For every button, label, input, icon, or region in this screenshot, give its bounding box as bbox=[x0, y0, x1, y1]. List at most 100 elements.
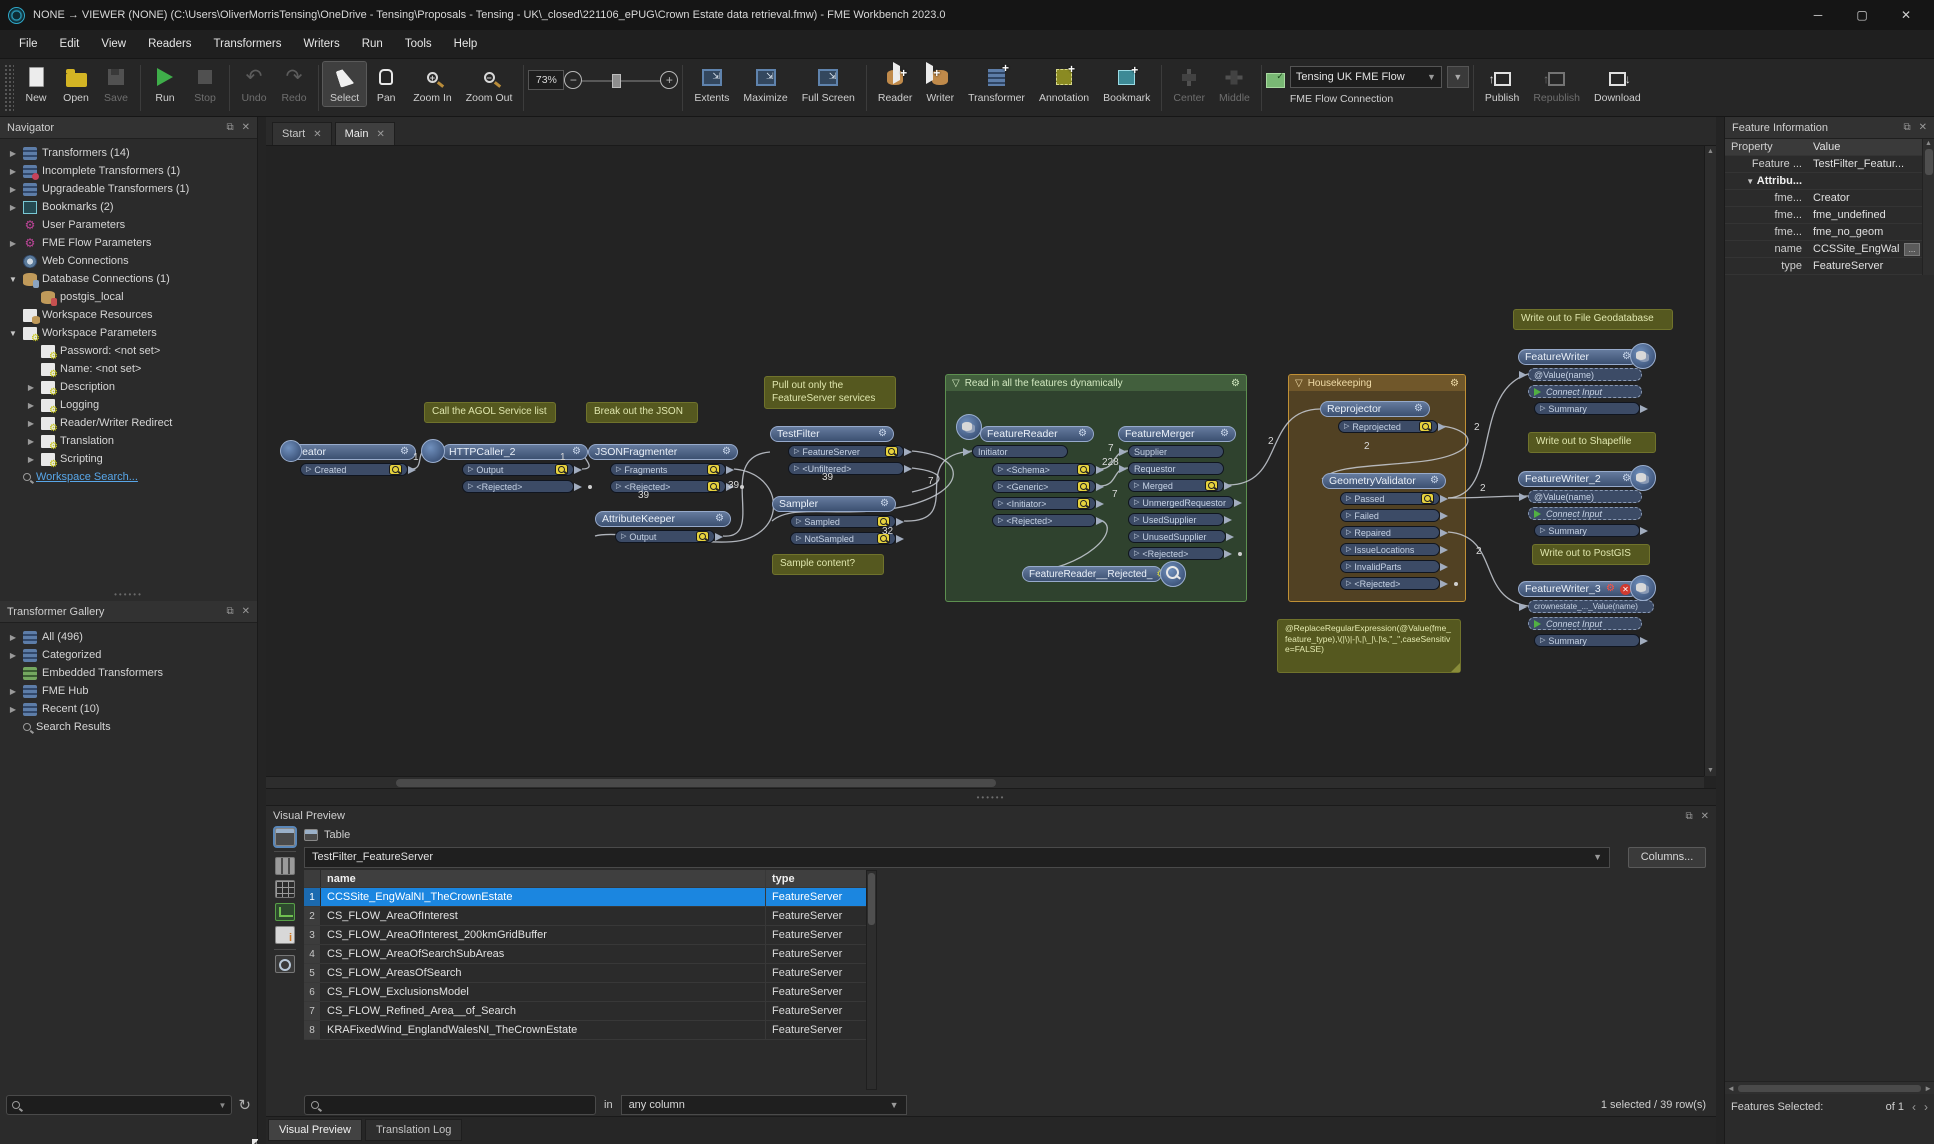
canvas-preview-splitter[interactable]: •••••• bbox=[266, 788, 1716, 806]
port-jsonfragmenter-rejected[interactable]: ▷ <Rejected> bbox=[610, 480, 734, 493]
table-row[interactable]: 7 CS_FLOW_Refined_Area__of_Search FeatureS… bbox=[304, 1002, 866, 1021]
table-row[interactable]: 6 CS_FLOW_ExclusionsModel FeatureServer bbox=[304, 983, 866, 1002]
right-splitter[interactable] bbox=[1716, 117, 1724, 1144]
tab-translation-log[interactable]: Translation Log bbox=[364, 1119, 463, 1141]
node-featurewriter[interactable]: FeatureWriter ⚙ bbox=[1518, 349, 1638, 365]
table-view-button[interactable] bbox=[273, 826, 297, 848]
gear-icon[interactable]: ⚙ bbox=[1414, 404, 1423, 414]
menu-writers[interactable]: Writers bbox=[295, 34, 349, 54]
feature-info-row[interactable]: Feature ... TestFilter_Featur... bbox=[1725, 156, 1922, 173]
sidebar-item-reader-writer-redirect[interactable]: ▶Reader/Writer Redirect bbox=[0, 414, 257, 434]
gear-icon[interactable]: ⚙ bbox=[400, 447, 409, 457]
port-featurewriter2-summary[interactable]: ▷ Summary bbox=[1534, 524, 1648, 537]
node-jsonfragmenter[interactable]: JSONFragmenter ⚙ bbox=[588, 444, 738, 460]
sidebar-item-incomplete-transformers[interactable]: ▶ Incomplete Transformers (1) bbox=[0, 162, 257, 180]
full-screen-button[interactable]: Full Screen bbox=[795, 62, 862, 106]
port-featurereader-rejected[interactable]: ▷ <Rejected> bbox=[992, 514, 1104, 527]
sidebar-item-logging[interactable]: ▶Logging bbox=[0, 396, 257, 416]
creator-icon[interactable] bbox=[280, 440, 302, 462]
inspect-icon[interactable] bbox=[1419, 421, 1432, 432]
stop-button[interactable]: Stop bbox=[185, 62, 225, 106]
sidebar-item-postgis-local[interactable]: postgis_local bbox=[0, 288, 257, 306]
canvas-vertical-scrollbar[interactable]: ▲ ▼ bbox=[1704, 146, 1716, 776]
close-icon[interactable]: ✕ bbox=[376, 129, 384, 140]
table-row[interactable]: 2 CS_FLOW_AreaOfInterest FeatureServer bbox=[304, 907, 866, 926]
port-featurereader-generic[interactable]: ▷ <Generic> bbox=[992, 480, 1104, 493]
port-featurewriter3-connect-input[interactable]: Connect Input bbox=[1528, 617, 1642, 630]
gallery-search-input[interactable]: ▼ bbox=[6, 1095, 233, 1115]
gallery-item-recent[interactable]: ▶ Recent (10) bbox=[0, 700, 257, 718]
port-geometryvalidator-issuelocations[interactable]: ▷ IssueLocations bbox=[1340, 543, 1448, 556]
extents-button[interactable]: Extents bbox=[687, 62, 736, 106]
port-featuremerger-unmergedrequestor[interactable]: ▷ UnmergedRequestor bbox=[1128, 496, 1242, 509]
zoom-out-button[interactable]: − Zoom Out bbox=[459, 62, 520, 106]
port-featurereader-initiator[interactable]: Initiator bbox=[963, 445, 1068, 458]
download-button[interactable]: Download bbox=[1587, 62, 1648, 106]
featurewriter-icon[interactable] bbox=[1630, 343, 1656, 369]
featurereader-icon[interactable] bbox=[956, 414, 982, 440]
zoom-level-field[interactable]: 73% bbox=[528, 70, 565, 90]
fme-flow-extra-dropdown[interactable]: ▼ bbox=[1446, 66, 1469, 88]
tab-main[interactable]: Main ✕ bbox=[334, 122, 395, 145]
redo-button[interactable]: ↷ Redo bbox=[274, 62, 314, 106]
graphics-view-button[interactable] bbox=[275, 903, 295, 921]
port-creator-created[interactable]: ▷ Created bbox=[300, 463, 416, 476]
run-button[interactable]: Run bbox=[145, 62, 185, 106]
port-featurewriter3-summary[interactable]: ▷ Summary bbox=[1534, 634, 1648, 647]
menu-edit[interactable]: Edit bbox=[51, 34, 89, 54]
port-geometryvalidator-failed[interactable]: ▷ Failed bbox=[1340, 509, 1448, 522]
featurewriter2-icon[interactable] bbox=[1630, 465, 1656, 491]
port-featurewriter-value-name[interactable]: @Value(name) bbox=[1519, 368, 1642, 381]
feature-info-row[interactable]: fme... fme_undefined bbox=[1725, 207, 1922, 224]
port-featuremerger-supplier[interactable]: Supplier bbox=[1119, 445, 1224, 458]
feature-info-row[interactable]: fme... Creator bbox=[1725, 190, 1922, 207]
sidebar-item-description[interactable]: ▶Description bbox=[0, 378, 257, 398]
inspector-magnifier-icon[interactable] bbox=[1160, 561, 1186, 587]
sidebar-item-database-connections[interactable]: ▼ Database Connections (1) bbox=[0, 270, 257, 288]
annotation-sample[interactable]: Sample content? bbox=[772, 554, 884, 575]
feature-info-row[interactable]: name CCSSite_EngWal... bbox=[1725, 241, 1922, 258]
feature-info-row[interactable]: type FeatureServer bbox=[1725, 258, 1922, 275]
annotation-json[interactable]: Break out the JSON bbox=[586, 402, 698, 423]
node-featurereader[interactable]: FeatureReader ⚙ bbox=[980, 426, 1094, 442]
sidebar-item-workspace-parameters[interactable]: ▼Workspace Parameters bbox=[0, 324, 257, 344]
scrollbar-thumb[interactable] bbox=[1924, 149, 1933, 175]
sidebar-item-name[interactable]: Name: <not set> bbox=[0, 360, 257, 380]
port-featurewriter3-value-name[interactable]: crownestate_..._Value(name) bbox=[1519, 600, 1654, 613]
gear-icon[interactable]: ⚙ bbox=[878, 429, 887, 439]
sidebar-item-workspace-search[interactable]: Workspace Search... bbox=[0, 468, 257, 486]
add-annotation-button[interactable]: Annotation bbox=[1032, 62, 1096, 106]
gallery-item-embedded[interactable]: Embedded Transformers bbox=[0, 664, 257, 682]
table-row[interactable]: 8 KRAFixedWind_EnglandWalesNI_TheCrownEst… bbox=[304, 1021, 866, 1040]
inspect-icon[interactable] bbox=[1205, 480, 1218, 491]
table-header-row[interactable]: name type bbox=[304, 870, 866, 888]
feature-info-horizontal-scrollbar[interactable]: ◄ ► bbox=[1725, 1081, 1934, 1094]
port-testfilter-unfiltered[interactable]: ▷ <Unfiltered> bbox=[788, 462, 912, 475]
refresh-button[interactable]: ↻ bbox=[238, 1096, 251, 1114]
port-featurewriter-connect-input[interactable]: Connect Input bbox=[1528, 385, 1642, 398]
node-creator[interactable]: Creator ⚙ bbox=[284, 444, 416, 460]
gear-icon[interactable]: ⚙ bbox=[880, 499, 889, 509]
node-attributekeeper[interactable]: AttributeKeeper ⚙ bbox=[595, 511, 731, 527]
open-button[interactable]: Open bbox=[56, 62, 96, 106]
sidebar-item-user-parameters[interactable]: ⚙ User Parameters bbox=[0, 216, 257, 234]
gear-icon[interactable]: ⚙ bbox=[1220, 429, 1229, 439]
inspect-icon[interactable] bbox=[885, 446, 898, 457]
pan-tool-button[interactable]: Pan bbox=[366, 62, 406, 106]
sidebar-item-upgradeable-transformers[interactable]: ▶ Upgradeable Transformers (1) bbox=[0, 180, 257, 198]
close-panel-icon[interactable]: ✕ bbox=[1919, 122, 1927, 133]
node-geometryvalidator[interactable]: GeometryValidator ⚙ bbox=[1322, 473, 1446, 489]
annotation-postgis[interactable]: Write out to PostGIS bbox=[1532, 544, 1650, 565]
republish-button[interactable]: Republish bbox=[1526, 62, 1587, 106]
align-middle-button[interactable]: Middle bbox=[1212, 62, 1257, 106]
zoom-increase-button[interactable]: + bbox=[660, 71, 679, 89]
add-reader-button[interactable]: Reader bbox=[871, 61, 919, 106]
sidebar-item-scripting[interactable]: ▶Scripting bbox=[0, 450, 257, 470]
gallery-item-categorized[interactable]: ▶ Categorized bbox=[0, 646, 257, 664]
feature-info-row-group[interactable]: ▼ Attribu... bbox=[1725, 173, 1922, 190]
table-search-input[interactable] bbox=[304, 1094, 596, 1115]
gallery-item-search-results[interactable]: Search Results bbox=[0, 718, 257, 736]
menu-readers[interactable]: Readers bbox=[139, 34, 200, 54]
select-tool-button[interactable]: Select bbox=[321, 61, 368, 107]
gear-icon[interactable]: ⚙ bbox=[1430, 476, 1439, 486]
